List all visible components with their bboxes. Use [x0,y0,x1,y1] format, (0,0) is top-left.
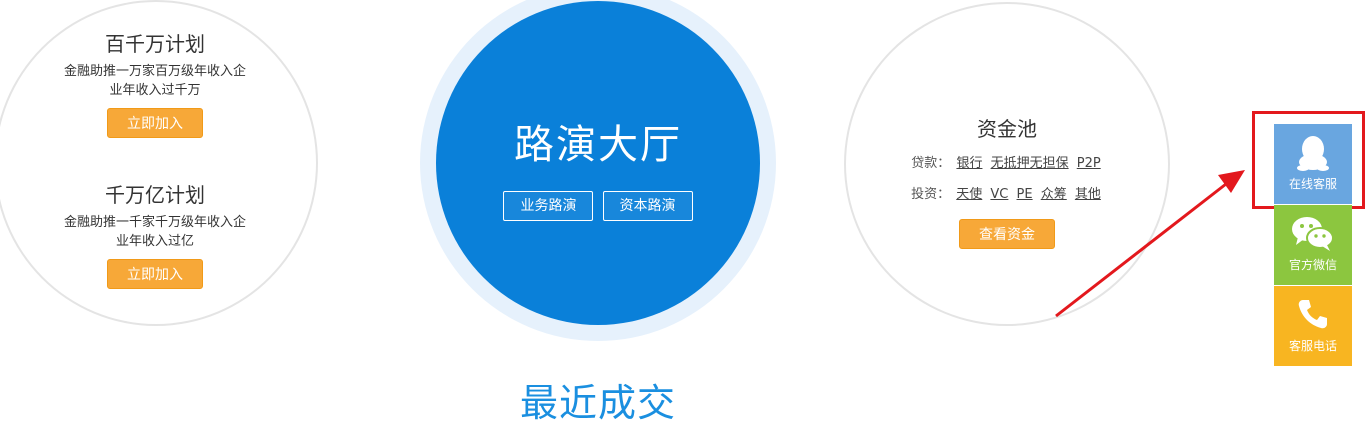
capital-roadshow-button[interactable]: 资本路演 [602,191,693,221]
wechat-label: 官方微信 [1288,258,1337,272]
loan-label: 贷款： [911,156,951,171]
recent-deals-heading: 最近成交 [519,381,676,425]
plan-desc-line: 金融助推一千家千万级年收入企 [63,215,246,230]
annotation-arrow-icon [1055,170,1245,318]
invest-label: 投资： [911,187,951,202]
plan-description: 金融助推一千家千万级年收入企 业年收入过亿 [25,213,285,251]
view-funds-button[interactable]: 查看资金 [959,219,1055,249]
invest-link-pe[interactable]: PE [1017,187,1033,202]
roadshow-title[interactable]: 路演大厅 [436,112,760,170]
roadshow-buttons: 业务路演 资本路演 [436,191,760,221]
plan-desc-line: 业年收入过千万 [109,83,201,98]
business-roadshow-button[interactable]: 业务路演 [503,191,594,221]
wechat-icon [1274,215,1352,253]
plan-baiqianwan: 百千万计划 金融助推一万家百万级年收入企 业年收入过千万 立即加入 [25,32,285,138]
annotation-highlight-box [1252,111,1365,209]
plan-desc-line: 金融助推一万家百万级年收入企 [63,64,246,79]
plan-desc-line: 业年收入过亿 [115,234,194,249]
loan-link-bank[interactable]: 银行 [956,156,982,171]
phone-button[interactable]: 客服电话 [1274,286,1352,366]
plan-title: 百千万计划 [105,32,205,56]
invest-link-vc[interactable]: VC [990,187,1008,202]
plan-description: 金融助推一万家百万级年收入企 业年收入过千万 [25,62,285,100]
invest-link-angel[interactable]: 天使 [956,187,982,202]
plan-qianwanyi: 千万亿计划 金融助推一千家千万级年收入企 业年收入过亿 立即加入 [25,183,285,289]
join-button[interactable]: 立即加入 [107,259,203,289]
join-button[interactable]: 立即加入 [107,108,203,138]
wechat-button[interactable]: 官方微信 [1274,205,1352,285]
plan-title: 千万亿计划 [105,183,205,207]
phone-icon [1274,296,1352,332]
fund-pool-title: 资金池 [977,117,1037,141]
phone-label: 客服电话 [1288,339,1337,353]
